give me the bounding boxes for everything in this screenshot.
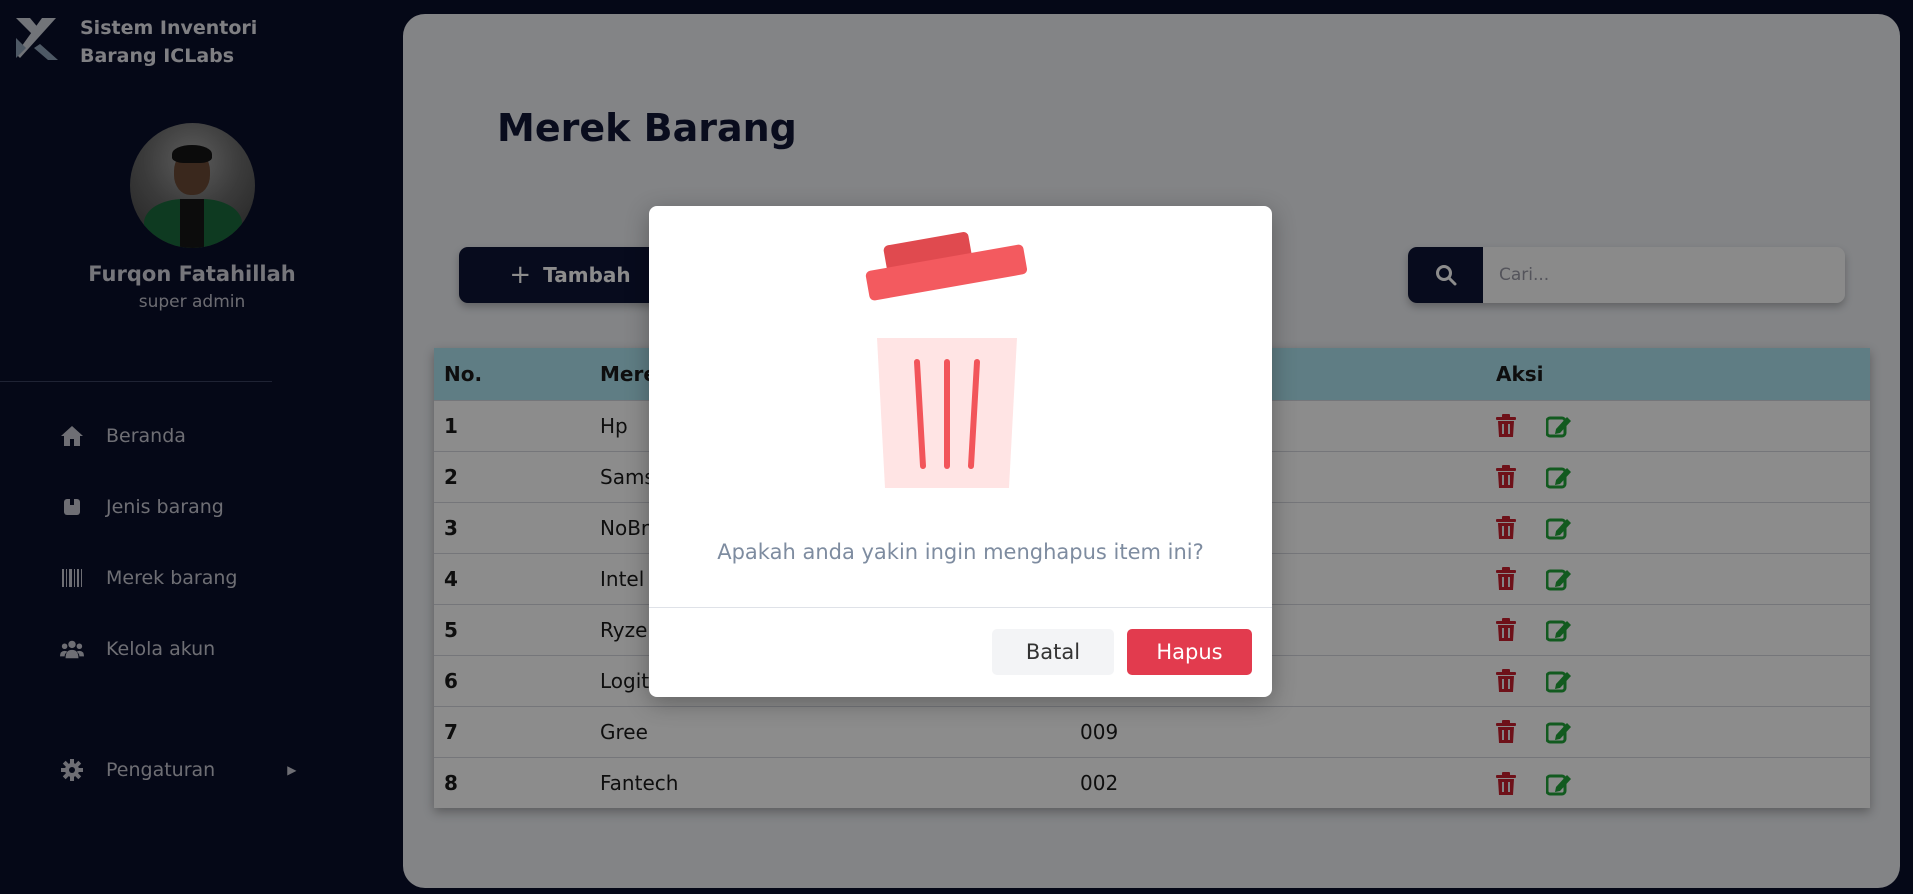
trash-can-illustration-icon: [865, 232, 1028, 488]
confirm-message: Apakah anda yakin ingin menghapus item i…: [717, 540, 1204, 564]
modal-divider: [649, 607, 1272, 608]
delete-confirm-dialog: Apakah anda yakin ingin menghapus item i…: [649, 206, 1272, 697]
delete-button[interactable]: Hapus: [1127, 629, 1252, 675]
cancel-button[interactable]: Batal: [992, 629, 1114, 675]
